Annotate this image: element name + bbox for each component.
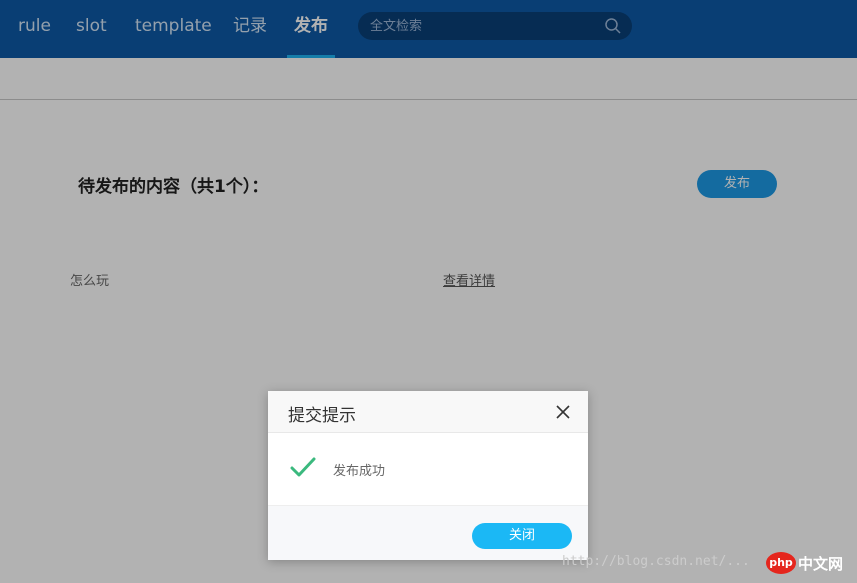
- watermark-url: http://blog.csdn.net/...: [562, 554, 750, 569]
- submit-notice-dialog: 提交提示 发布成功 关闭: [268, 391, 588, 560]
- close-button[interactable]: 关闭: [472, 523, 572, 549]
- check-icon: [290, 457, 316, 477]
- dialog-title: 提交提示: [288, 406, 356, 426]
- php-logo-icon: php: [766, 552, 796, 574]
- watermark-brand: 中文网: [798, 555, 844, 573]
- dialog-header: 提交提示: [268, 391, 588, 433]
- dialog-footer: 关闭: [268, 505, 588, 560]
- close-icon[interactable]: [554, 403, 572, 421]
- dialog-message: 发布成功: [333, 464, 386, 479]
